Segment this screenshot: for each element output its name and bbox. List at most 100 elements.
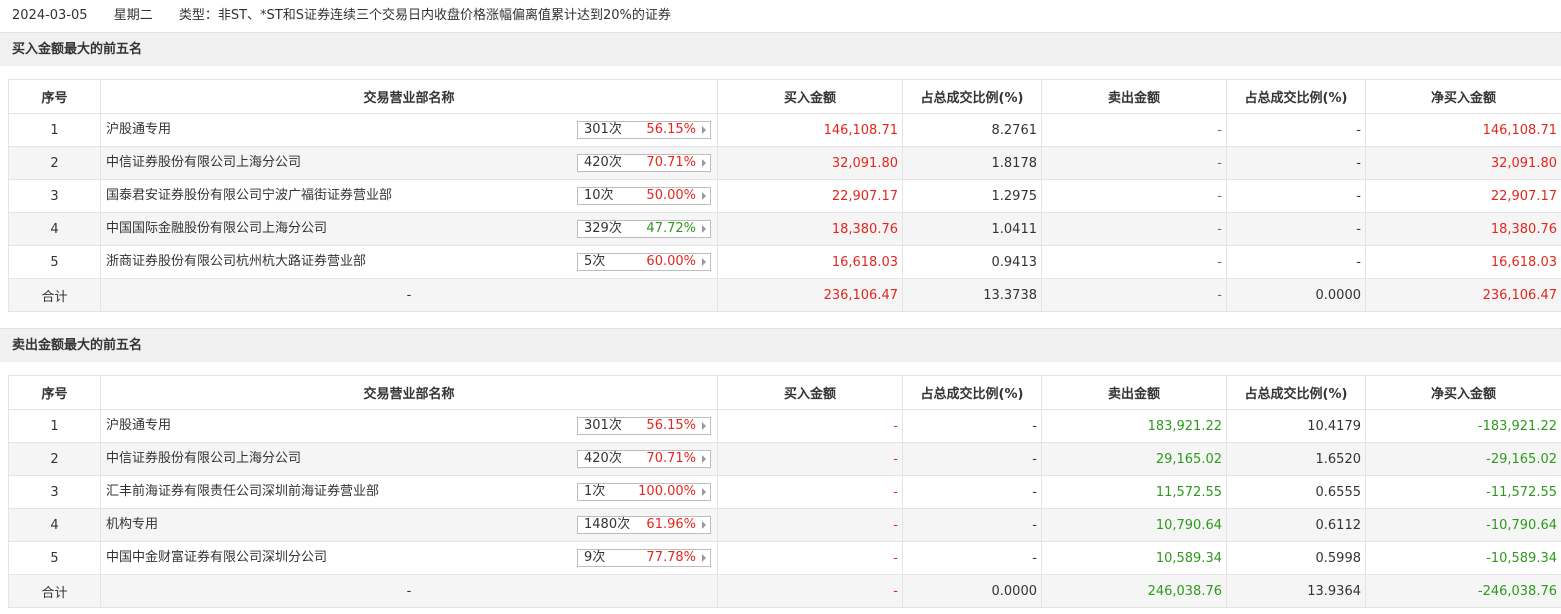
buy-amount: - <box>717 442 903 476</box>
trade-weekday: 星期二 <box>113 8 153 23</box>
col-sell-ratio: 占总成交比例(%) <box>1226 79 1366 114</box>
net-buy-amount: -29,165.02 <box>1365 442 1561 476</box>
branch-name-link[interactable]: 汇丰前海证券有限责任公司深圳前海证券营业部 <box>106 477 379 508</box>
total-buy-ratio: 13.3738 <box>902 278 1042 312</box>
table-row: 4 中国国际金融股份有限公司上海分公司 329次 47.72% 18,380.76 1.0… <box>8 212 1561 246</box>
col-branch-name: 交易营业部名称 <box>100 375 718 410</box>
sell-ratio: 10.4179 <box>1226 409 1366 443</box>
net-buy-amount: 146,108.71 <box>1365 113 1561 147</box>
appearance-count: 9次 <box>584 550 606 565</box>
branch-name-link[interactable]: 中信证券股份有限公司上海分公司 <box>106 148 301 179</box>
sell-ratio: - <box>1226 146 1366 180</box>
row-index: 5 <box>8 541 101 575</box>
caret-right-icon <box>702 488 706 496</box>
branch-cell: 中国国际金融股份有限公司上海分公司 329次 47.72% <box>100 212 718 246</box>
caret-right-icon <box>702 159 706 167</box>
table-row: 1 沪股通专用 301次 56.15% - -183,921.22 10.4179 -183,… <box>8 409 1561 443</box>
sell-ratio: 0.6112 <box>1226 508 1366 542</box>
appearance-count: 10次 <box>584 188 614 203</box>
branch-name-link[interactable]: 中信证券股份有限公司上海分公司 <box>106 444 301 475</box>
branch-stats-button[interactable]: 301次 56.15% <box>577 417 711 435</box>
buy-top5-table: 序号 交易营业部名称 买入金额 占总成交比例(%) 卖出金额 占总成交比例(%)… <box>8 79 1561 312</box>
sell-amount: 183,921.22 <box>1041 409 1227 443</box>
sell-ratio: 1.6520 <box>1226 442 1366 476</box>
net-buy-amount: -11,572.55 <box>1365 475 1561 509</box>
col-sell-amount: 卖出金额 <box>1041 79 1227 114</box>
list-type: 类型：非ST、*ST和S证券连续三个交易日内收盘价格涨幅偏离值累计达到20%的证… <box>178 8 671 23</box>
branch-name-link[interactable]: 浙商证券股份有限公司杭州杭大路证券营业部 <box>106 247 366 278</box>
table-row: 1 沪股通专用 301次 56.15% 146,108.71 8.2761- -146,10… <box>8 113 1561 147</box>
buy-amount: 18,380.76 <box>717 212 903 246</box>
col-buy-amount: 买入金额 <box>717 375 903 410</box>
branch-name-link[interactable]: 中国国际金融股份有限公司上海分公司 <box>106 214 327 245</box>
branch-cell: 汇丰前海证券有限责任公司深圳前海证券营业部 1次 100.00% <box>100 475 718 509</box>
buy-amount: - <box>717 475 903 509</box>
branch-stats-button[interactable]: 9次 77.78% <box>577 549 711 567</box>
caret-right-icon <box>702 126 706 134</box>
buy-amount: 146,108.71 <box>717 113 903 147</box>
col-sell-ratio: 占总成交比例(%) <box>1226 375 1366 410</box>
caret-right-icon <box>702 521 706 529</box>
sell-amount: 11,572.55 <box>1041 475 1227 509</box>
branch-stats-button[interactable]: 5次 60.00% <box>577 253 711 271</box>
branch-name-link[interactable]: 国泰君安证券股份有限公司宁波广福街证券营业部 <box>106 181 392 212</box>
branch-stats-button[interactable]: 1次 100.00% <box>577 483 711 501</box>
buy-ratio: 0.9413 <box>902 245 1042 279</box>
appearance-count: 301次 <box>584 418 622 433</box>
col-index: 序号 <box>8 375 101 410</box>
col-index: 序号 <box>8 79 101 114</box>
sell-ratio: - <box>1226 179 1366 213</box>
branch-stats-button[interactable]: 301次 56.15% <box>577 121 711 139</box>
sell-amount: 10,790.64 <box>1041 508 1227 542</box>
success-rate: 61.96% <box>646 517 696 532</box>
appearance-count: 329次 <box>584 221 622 236</box>
total-label: 合计 <box>8 278 101 312</box>
branch-cell: 沪股通专用 301次 56.15% <box>100 409 718 443</box>
success-rate: 70.71% <box>646 155 696 170</box>
total-net-buy: -246,038.76 <box>1365 574 1561 608</box>
total-name: - <box>100 574 718 608</box>
row-index: 3 <box>8 475 101 509</box>
sell-amount: 10,589.34 <box>1041 541 1227 575</box>
branch-cell: 中信证券股份有限公司上海分公司 420次 70.71% <box>100 442 718 476</box>
col-branch-name: 交易营业部名称 <box>100 79 718 114</box>
col-buy-ratio: 占总成交比例(%) <box>902 375 1042 410</box>
branch-name-link[interactable]: 机构专用 <box>106 510 158 541</box>
row-index: 2 <box>8 146 101 180</box>
table-row: 3 汇丰前海证券有限责任公司深圳前海证券营业部 1次 100.00% - -11,572.… <box>8 475 1561 509</box>
buy-ratio: 8.2761 <box>902 113 1042 147</box>
total-buy-ratio: 0.0000 <box>902 574 1042 608</box>
sell-amount: - <box>1041 212 1227 246</box>
caret-right-icon <box>702 422 706 430</box>
branch-stats-button[interactable]: 1480次 61.96% <box>577 516 711 534</box>
appearance-count: 420次 <box>584 451 622 466</box>
buy-ratio: - <box>902 409 1042 443</box>
header-row: 序号 交易营业部名称 买入金额 占总成交比例(%) 卖出金额 占总成交比例(%)… <box>8 79 1561 114</box>
net-buy-amount: 18,380.76 <box>1365 212 1561 246</box>
sell-ratio: - <box>1226 245 1366 279</box>
row-index: 4 <box>8 212 101 246</box>
col-buy-ratio: 占总成交比例(%) <box>902 79 1042 114</box>
net-buy-amount: 22,907.17 <box>1365 179 1561 213</box>
appearance-count: 1次 <box>584 484 606 499</box>
buy-section-title: 买入金额最大的前五名 <box>0 32 1561 66</box>
branch-name-link[interactable]: 中国中金财富证券有限公司深圳分公司 <box>106 543 327 574</box>
sell-ratio: - <box>1226 212 1366 246</box>
branch-stats-button[interactable]: 329次 47.72% <box>577 220 711 238</box>
branch-stats-button[interactable]: 420次 70.71% <box>577 154 711 172</box>
row-index: 3 <box>8 179 101 213</box>
buy-ratio: 1.8178 <box>902 146 1042 180</box>
row-index: 4 <box>8 508 101 542</box>
caret-right-icon <box>702 225 706 233</box>
sell-ratio: - <box>1226 113 1366 147</box>
branch-stats-button[interactable]: 10次 50.00% <box>577 187 711 205</box>
branch-name-link[interactable]: 沪股通专用 <box>106 411 171 442</box>
branch-cell: 中信证券股份有限公司上海分公司 420次 70.71% <box>100 146 718 180</box>
sell-top5-table: 序号 交易营业部名称 买入金额 占总成交比例(%) 卖出金额 占总成交比例(%)… <box>8 375 1561 608</box>
net-buy-amount: 32,091.80 <box>1365 146 1561 180</box>
buy-amount: 32,091.80 <box>717 146 903 180</box>
table-row: 5 中国中金财富证券有限公司深圳分公司 9次 77.78% - -10,589.34 0.5… <box>8 541 1561 575</box>
branch-stats-button[interactable]: 420次 70.71% <box>577 450 711 468</box>
header-row: 序号 交易营业部名称 买入金额 占总成交比例(%) 卖出金额 占总成交比例(%)… <box>8 375 1561 410</box>
branch-name-link[interactable]: 沪股通专用 <box>106 115 171 146</box>
